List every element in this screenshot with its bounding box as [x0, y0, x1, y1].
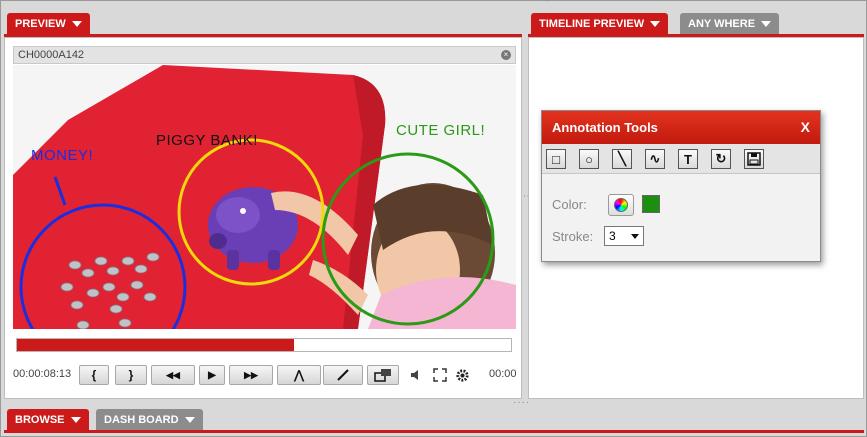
gear-icon[interactable]	[453, 365, 471, 385]
annotation-tools-dialog: Annotation Tools X □ ○ ╲ ∿ T ↻ Color: St…	[541, 110, 821, 262]
top-resize-grip[interactable]: ⌃	[543, 0, 552, 9]
annotation-money: MONEY!	[31, 147, 94, 164]
close-icon[interactable]: ×	[501, 50, 511, 60]
play-button[interactable]: ▶	[199, 365, 225, 385]
chevron-down-icon[interactable]	[761, 20, 772, 27]
color-wheel-icon	[614, 198, 628, 212]
video-frame[interactable]: MONEY! PIGGY BANK! CUTE GIRL!	[13, 65, 516, 329]
stroke-value: 3	[609, 229, 616, 243]
fast-forward-button[interactable]: ▶▶	[229, 365, 273, 385]
stroke-label: Stroke:	[552, 229, 594, 244]
chevron-down-icon[interactable]	[650, 20, 661, 27]
pen-icon	[337, 369, 349, 381]
current-time: 00:00:08:13	[13, 368, 72, 380]
tab-timeline-preview-label: TIMELINE PREVIEW	[539, 17, 645, 30]
annotation-tools-title-bar[interactable]: Annotation Tools X	[542, 111, 820, 144]
app-frame: ⌃ PREVIEW TIMELINE PREVIEW ANY WHERE CH0…	[0, 0, 867, 437]
tab-preview[interactable]: PREVIEW	[7, 13, 90, 34]
chevron-down-icon[interactable]	[70, 416, 81, 423]
chevron-down-icon	[631, 234, 639, 239]
tab-any-where[interactable]: ANY WHERE	[680, 13, 780, 34]
color-label: Color:	[552, 197, 587, 212]
text-tool-icon[interactable]: T	[678, 149, 698, 169]
export-frame-icon	[374, 369, 391, 382]
volume-icon[interactable]	[407, 365, 425, 385]
rotate-tool-icon[interactable]: ↻	[711, 149, 731, 169]
playback-progress-bar[interactable]	[16, 338, 512, 352]
annotation-toolbar: □ ○ ╲ ∿ T ↻	[542, 144, 820, 174]
tab-timeline-preview[interactable]: TIMELINE PREVIEW	[531, 13, 669, 34]
video-scene	[13, 65, 516, 329]
stroke-select[interactable]: 3	[604, 226, 644, 246]
tab-dash-board[interactable]: DASH BOARD	[96, 409, 203, 430]
annotate-pen-button[interactable]	[323, 365, 363, 385]
fullscreen-icon[interactable]	[431, 365, 449, 385]
mark-in-button[interactable]: {	[79, 365, 109, 385]
save-tool-icon[interactable]	[744, 149, 764, 169]
playback-controls: 00:00:08:13 { } ◀◀ ▶ ▶▶ ⋀ 00:00	[13, 363, 518, 387]
close-icon[interactable]: X	[801, 111, 810, 144]
playback-progress-fill	[17, 339, 294, 351]
chevron-down-icon[interactable]	[71, 20, 82, 27]
annotation-cute-girl: CUTE GIRL!	[396, 122, 486, 139]
color-picker-button[interactable]	[608, 194, 634, 216]
tab-browse[interactable]: BROWSE	[7, 409, 89, 430]
annotation-tools-title: Annotation Tools	[552, 120, 658, 135]
export-frame-button[interactable]	[367, 365, 399, 385]
tab-dash-board-label: DASH BOARD	[104, 413, 179, 426]
horizontal-splitter-grip[interactable]: ····	[513, 397, 530, 408]
annotation-piggy-bank: PIGGY BANK!	[156, 132, 258, 149]
tab-underline-bottom	[4, 430, 864, 433]
selected-color-swatch[interactable]	[642, 195, 660, 213]
tab-any-where-label: ANY WHERE	[688, 17, 756, 30]
clip-id: CH0000A142	[18, 49, 85, 61]
video-header: CH0000A142 ×	[13, 46, 516, 64]
rectangle-tool-icon[interactable]: □	[546, 149, 566, 169]
tab-preview-label: PREVIEW	[15, 17, 66, 30]
up-button[interactable]: ⋀	[277, 365, 321, 385]
line-tool-icon[interactable]: ╲	[612, 149, 632, 169]
preview-panel: CH0000A142 × MONEY! PIGGY BANK! CUTE GIR…	[4, 37, 522, 399]
tab-browse-label: BROWSE	[15, 413, 65, 426]
chevron-down-icon[interactable]	[184, 416, 195, 423]
freehand-tool-icon[interactable]: ∿	[645, 149, 665, 169]
rewind-button[interactable]: ◀◀	[151, 365, 195, 385]
circle-tool-icon[interactable]: ○	[579, 149, 599, 169]
end-time: 00:00	[489, 368, 517, 380]
mark-out-button[interactable]: }	[115, 365, 147, 385]
